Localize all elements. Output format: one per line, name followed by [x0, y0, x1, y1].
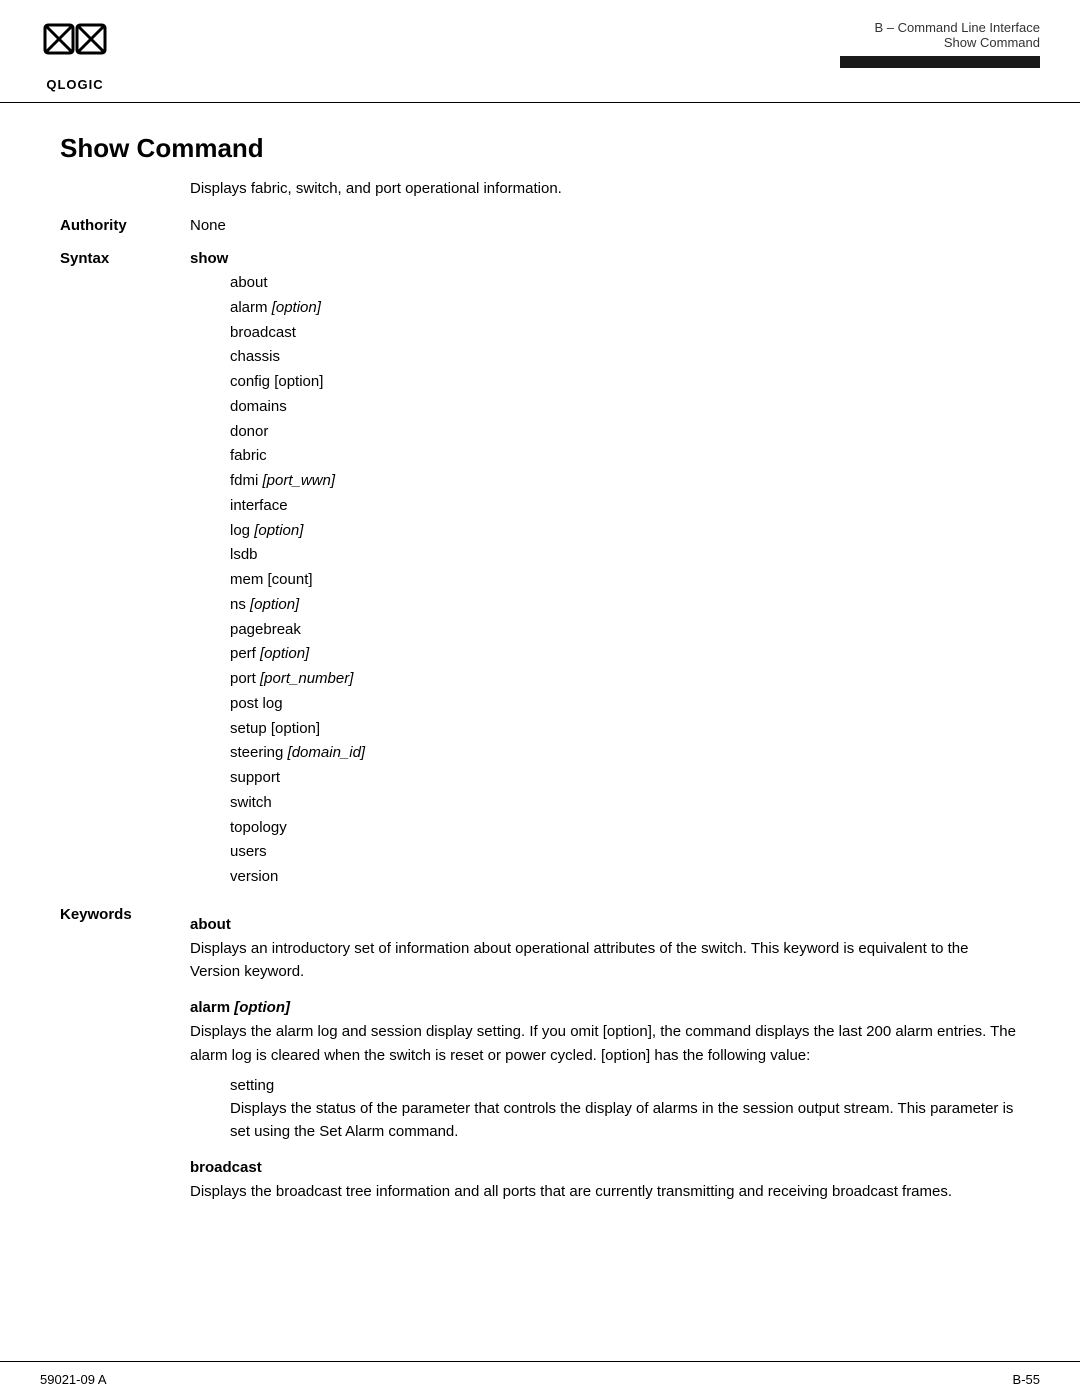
syntax-command: show [190, 250, 1020, 267]
keywords-label: Keywords [60, 906, 190, 1220]
keyword-entry: broadcast Displays the broadcast tree inf… [190, 1159, 1020, 1203]
keyword-entry: alarm [option] Displays the alarm log and… [190, 999, 1020, 1143]
syntax-list: aboutalarm [option]broadcastchassisconfi… [190, 271, 1020, 890]
list-item: alarm [option] [230, 296, 1020, 321]
keyword-title: alarm [option] [190, 999, 1020, 1016]
header-breadcrumb: B – Command Line Interface Show Command [840, 20, 1040, 68]
list-item: perf [option] [230, 642, 1020, 667]
keyword-title: about [190, 916, 1020, 933]
list-item: ns [option] [230, 593, 1020, 618]
list-item: domains [230, 395, 1020, 420]
syntax-section: Syntax show aboutalarm [option]broadcast… [60, 250, 1020, 890]
list-item: port [port_number] [230, 667, 1020, 692]
list-item: donor [230, 420, 1020, 445]
keyword-entry: about Displays an introductory set of inf… [190, 916, 1020, 984]
keywords-section: Keywords about Displays an introductory s… [60, 906, 1020, 1220]
keyword-title: broadcast [190, 1159, 1020, 1176]
list-item: fabric [230, 444, 1020, 469]
list-item: mem [count] [230, 568, 1020, 593]
qlogic-logo-icon [40, 20, 110, 75]
page-description: Displays fabric, switch, and port operat… [190, 180, 1020, 197]
list-item: support [230, 766, 1020, 791]
main-content: Show Command Displays fabric, switch, an… [0, 103, 1080, 1296]
authority-value: None [190, 217, 1020, 234]
footer-right: B-55 [1013, 1372, 1040, 1387]
list-item: users [230, 840, 1020, 865]
list-item: switch [230, 791, 1020, 816]
keyword-description: Displays the alarm log and session displ… [190, 1020, 1020, 1067]
authority-section: Authority None [60, 217, 1020, 234]
keywords-content: about Displays an introductory set of inf… [190, 916, 1020, 1220]
footer-left: 59021-09 A [40, 1372, 107, 1387]
list-item: lsdb [230, 543, 1020, 568]
list-item: chassis [230, 345, 1020, 370]
list-item: broadcast [230, 321, 1020, 346]
breadcrumb-bottom: Show Command [840, 35, 1040, 50]
keyword-description: Displays an introductory set of informat… [190, 937, 1020, 984]
list-item: log [option] [230, 519, 1020, 544]
sub-entry-title: setting [230, 1077, 1020, 1094]
syntax-content: show aboutalarm [option]broadcastchassis… [190, 250, 1020, 890]
logo: QLOGIC [40, 20, 110, 92]
list-item: version [230, 865, 1020, 890]
syntax-label: Syntax [60, 250, 190, 890]
sub-entry: setting Displays the status of the parame… [230, 1077, 1020, 1144]
page-footer: 59021-09 A B-55 [0, 1361, 1080, 1397]
page-title: Show Command [60, 133, 1020, 164]
list-item: post log [230, 692, 1020, 717]
list-item: topology [230, 816, 1020, 841]
list-item: setup [option] [230, 717, 1020, 742]
list-item: about [230, 271, 1020, 296]
list-item: fdmi [port_wwn] [230, 469, 1020, 494]
list-item: steering [domain_id] [230, 741, 1020, 766]
breadcrumb-top: B – Command Line Interface [840, 20, 1040, 35]
list-item: interface [230, 494, 1020, 519]
list-item: pagebreak [230, 618, 1020, 643]
keyword-description: Displays the broadcast tree information … [190, 1180, 1020, 1203]
logo-text: QLOGIC [46, 77, 103, 92]
page-header: QLOGIC B – Command Line Interface Show C… [0, 0, 1080, 103]
header-accent-bar [840, 56, 1040, 68]
authority-label: Authority [60, 217, 190, 234]
list-item: config [option] [230, 370, 1020, 395]
sub-entry-description: Displays the status of the parameter tha… [230, 1097, 1020, 1144]
